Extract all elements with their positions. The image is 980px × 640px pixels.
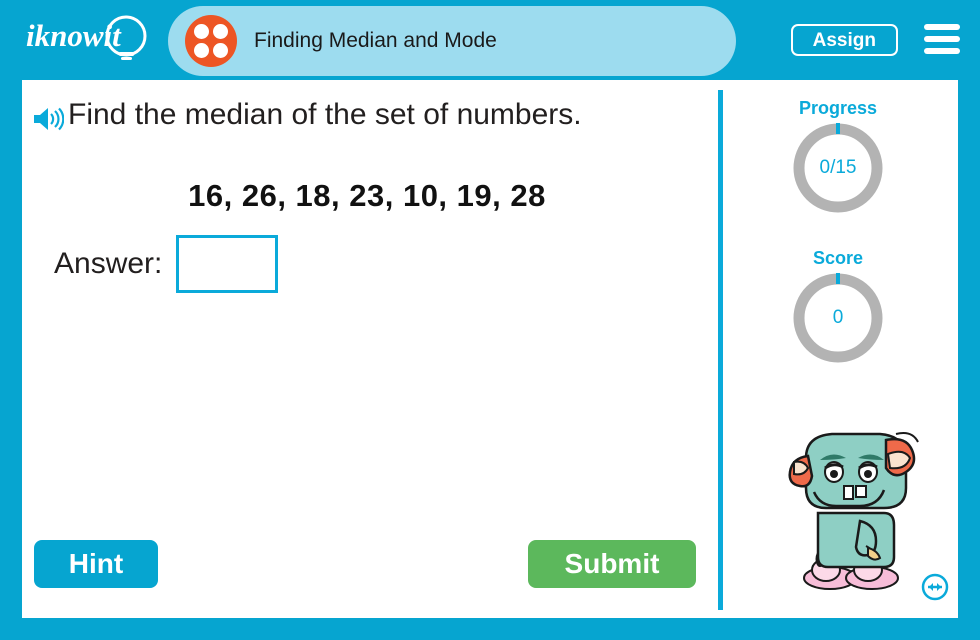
number-set: 16, 26, 18, 23, 10, 19, 28 [188,178,546,213]
resize-horizontal-icon[interactable] [920,572,950,602]
app-window: iknowit Finding Median and Mode Assign F… [0,0,980,640]
teal-monster-mascot [768,418,944,594]
answer-input[interactable] [176,235,279,293]
score-label: Score [812,248,864,268]
progress-value: 0/15 [819,157,857,178]
content-card: Find the median of the set of numbers. 1… [22,80,958,618]
score-ring: 0 [790,270,886,366]
question-prompt: Find the median of the set of numbers. [68,98,582,131]
hint-button[interactable]: Hint [34,540,158,588]
assign-button[interactable]: Assign [790,24,898,56]
lesson-title-band: Finding Median and Mode [168,6,736,76]
dice-four-icon [185,15,237,67]
speaker-icon[interactable] [32,106,65,132]
progress-label: Progress [798,98,878,118]
answer-row: Answer: [54,235,279,293]
answer-label: Answer: [54,247,163,280]
progress-ring: 0/15 [790,120,886,216]
submit-button[interactable]: Submit [528,540,696,588]
brand-logo[interactable]: iknowit [22,14,162,66]
app-header: iknowit Finding Median and Mode Assign [0,0,980,80]
lesson-title: Finding Median and Mode [254,29,497,52]
svg-text:iknowit: iknowit [26,18,122,53]
hamburger-menu-icon[interactable] [924,23,960,55]
panel-divider [718,90,723,610]
score-value: 0 [832,307,844,328]
